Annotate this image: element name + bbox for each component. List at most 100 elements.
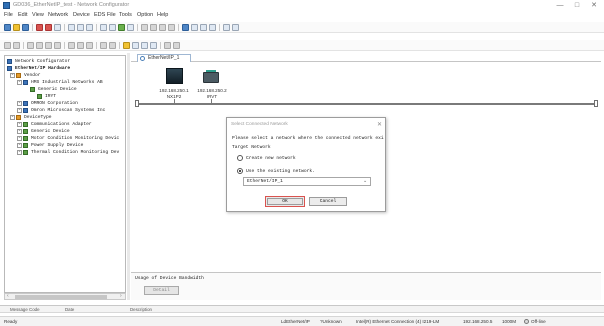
tree-item-label: Motor Condition Monitoring Devic [31,136,120,141]
delete-icon[interactable] [168,24,175,31]
scroll-left-icon[interactable]: ‹ [7,293,9,299]
cut-icon[interactable] [141,24,148,31]
network-configurator-icon [7,59,12,64]
tree-item-label: Generic Device [38,87,77,92]
link-icon[interactable] [36,42,43,49]
upload-icon[interactable] [54,24,61,31]
grid-icon[interactable] [200,24,207,31]
search-icon[interactable] [164,42,171,49]
expand-toggle-icon[interactable]: - [17,101,22,106]
arrow-down-icon[interactable] [54,42,61,49]
create-network-label[interactable]: Create new network [246,156,296,161]
expand-toggle-icon[interactable]: - [17,80,22,85]
disconnect-icon[interactable] [45,24,52,31]
expand-toggle-icon[interactable]: - [17,143,22,148]
stop-icon[interactable] [68,42,75,49]
tree-item-label: Thermal Condition Monitoring Dev [31,150,120,155]
dialog-close-icon[interactable]: ✕ [377,121,382,128]
plc-device-icon[interactable] [166,68,183,84]
menu-network[interactable]: Network [48,12,68,18]
menu-view[interactable]: View [32,12,44,18]
ok-button-label: OK [267,198,303,205]
scroll-right-icon[interactable]: › [120,293,122,299]
panel-splitter[interactable] [127,53,130,300]
offline-icon[interactable] [13,42,20,49]
expand-toggle-icon[interactable]: - [17,150,22,155]
use-existing-label[interactable]: Use the existing network. [246,169,315,174]
compare-icon[interactable] [77,24,84,31]
network-bus-line[interactable] [137,103,596,105]
verify-icon[interactable] [109,24,116,31]
column-message-code[interactable]: Message Code [10,307,40,312]
tree-item-label: OMRON Corporation [31,101,78,106]
menu-file[interactable]: File [4,12,13,18]
radio-use-existing[interactable] [237,168,243,174]
menu-tools[interactable]: Tools [119,12,132,18]
window-icon[interactable] [141,42,148,49]
status-ip: 192.168.250.5 [463,319,493,324]
cancel-button[interactable]: Cancel [309,197,347,206]
ok-button[interactable]: OK [265,196,305,207]
menu-device[interactable]: Device [73,12,90,18]
chevron-down-icon[interactable]: ⌄ [363,178,367,184]
paste-icon[interactable] [159,24,166,31]
align-icon[interactable] [86,42,93,49]
hardware-tree[interactable]: Network Configurator EtherNet/IP Hardwar… [4,55,126,293]
download-icon[interactable] [68,24,75,31]
tag-icon[interactable] [27,42,34,49]
panel-icon[interactable] [150,42,157,49]
detail-button[interactable]: Detail [144,286,179,295]
tree-item-label: Vendor [24,73,41,78]
zoom-in-icon[interactable] [223,24,230,31]
expand-toggle-icon[interactable]: - [17,129,22,134]
menu-edit[interactable]: Edit [18,12,27,18]
adapter-device-icon[interactable] [203,72,219,83]
tree-item-label: Communications Adapter [31,122,92,127]
find-icon[interactable] [191,24,198,31]
radio-create-network[interactable] [237,155,243,161]
column-date[interactable]: Date [65,307,74,312]
menu-help[interactable]: Help [157,12,168,18]
expand-toggle-icon[interactable]: - [17,108,22,113]
minimize-button[interactable]: — [552,1,568,10]
edit-icon[interactable] [109,42,116,49]
maximize-button[interactable]: □ [569,1,585,10]
tab-label: EtherNet/IP_1 [148,55,180,61]
help-icon[interactable] [173,42,180,49]
app-icon [3,2,10,9]
grid-view-icon[interactable] [77,42,84,49]
open-folder-icon[interactable] [13,24,20,31]
column-description[interactable]: Description [130,307,152,312]
settings-icon[interactable] [132,42,139,49]
property-icon[interactable] [182,24,189,31]
chart-icon[interactable] [100,42,107,49]
tree-horizontal-scrollbar[interactable]: ‹ › [4,293,126,300]
save-icon[interactable] [22,24,29,31]
device-icon [37,94,42,99]
parameter-icon[interactable] [100,24,107,31]
new-file-icon[interactable] [4,24,11,31]
menu-eds-file[interactable]: EDS File [94,12,116,18]
network-select[interactable]: EtherNet/IP_1 ⌄ [243,177,371,186]
monitor-icon[interactable] [86,24,93,31]
config-icon[interactable] [123,42,130,49]
zoom-out-icon[interactable] [232,24,239,31]
run-icon[interactable] [118,24,125,31]
arrow-up-icon[interactable] [45,42,52,49]
expand-toggle-icon[interactable]: - [17,136,22,141]
tree-item-label: HMS Industrial Networks AB [31,80,103,85]
connect-icon[interactable] [36,24,43,31]
layout-icon[interactable] [209,24,216,31]
menu-option[interactable]: Option [137,12,153,18]
tab-ethernet-ip-1[interactable]: EtherNet/IP_1 [137,54,191,62]
expand-toggle-icon[interactable]: - [17,122,22,127]
expand-toggle-icon[interactable]: - [10,73,15,78]
scrollbar-thumb[interactable] [15,295,107,299]
expand-toggle-icon[interactable]: - [10,115,15,120]
copy-icon[interactable] [150,24,157,31]
close-button[interactable]: ✕ [586,1,602,10]
device-edit-icon[interactable] [127,24,134,31]
vendor-icon [23,101,28,106]
device-icon [30,87,35,92]
online-icon[interactable] [4,42,11,49]
